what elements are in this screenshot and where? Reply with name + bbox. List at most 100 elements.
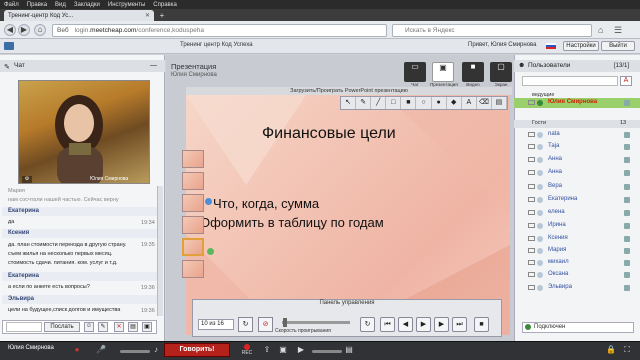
close-icon[interactable]: ✕ (145, 12, 150, 19)
slide-interval-select[interactable]: 10 из 16 (198, 319, 234, 330)
back-icon[interactable]: ◀ (4, 24, 16, 36)
slide-thumbnail-selected[interactable] (182, 238, 204, 256)
user-action-icon[interactable] (624, 170, 630, 176)
mic-volume-slider[interactable] (120, 350, 150, 353)
speed-slider[interactable] (282, 321, 350, 324)
guest-name[interactable]: Анна (548, 156, 562, 162)
guest-name[interactable]: михаил (548, 259, 569, 265)
user-action-icon[interactable] (624, 223, 630, 229)
eraser-icon[interactable]: ⌫ (477, 97, 492, 109)
user-action-icon[interactable] (624, 184, 630, 190)
line-icon[interactable]: ╱ (371, 97, 387, 109)
user-action-icon[interactable] (624, 248, 630, 254)
camera-settings-icon[interactable]: ⚙ (22, 176, 32, 183)
prev-slide-icon[interactable]: ◀ (398, 317, 413, 332)
save-icon[interactable]: ▣ (142, 322, 152, 332)
menu-edit[interactable]: Правка (27, 2, 47, 8)
filled-circle-icon[interactable]: ● (432, 97, 447, 109)
guest-name[interactable]: елена (548, 209, 565, 215)
clear-icon[interactable]: ✕ (114, 322, 124, 332)
video-volume-slider[interactable] (312, 350, 342, 353)
user-action-icon[interactable] (624, 260, 630, 266)
user-action-icon[interactable] (624, 157, 630, 163)
forward-icon[interactable]: ▶ (18, 24, 30, 36)
microphone-icon[interactable]: 🎤 (96, 345, 106, 355)
chat-mode-icon[interactable]: ▭ (404, 62, 426, 82)
stop-icon[interactable]: ■ (474, 317, 489, 332)
menu-help[interactable]: Справка (153, 2, 177, 8)
speaker-icon[interactable]: ♪ (151, 345, 161, 355)
settings-button[interactable]: Настройки (563, 41, 599, 51)
emoji-icon[interactable]: ☺ (84, 322, 94, 332)
guest-name[interactable]: Таja (548, 143, 559, 149)
guest-name[interactable]: Ирина (548, 222, 566, 228)
speed-slider-handle[interactable] (283, 318, 287, 327)
menu-tools[interactable]: Инструменты (108, 2, 145, 8)
share-icon[interactable]: ⇪ (262, 345, 272, 355)
video-toggle-icon[interactable]: ▶ (296, 345, 306, 355)
webcam-icon[interactable]: ▣ (278, 345, 288, 355)
print-icon[interactable]: ▤ (128, 322, 138, 332)
slide-thumbnail[interactable] (182, 194, 204, 212)
user-action-icon[interactable] (624, 236, 630, 242)
chat-scrollbar[interactable] (157, 186, 163, 316)
filled-rect-icon[interactable]: ■ (401, 97, 417, 109)
lock-icon[interactable]: 🔒 (606, 345, 616, 355)
guest-name[interactable]: Анна (548, 169, 562, 175)
home-button-icon[interactable]: ⌂ (598, 25, 603, 35)
pointer-icon[interactable]: ↖ (341, 97, 357, 109)
speak-button[interactable]: Говорить! (164, 343, 230, 357)
guest-name[interactable]: Оксана (548, 271, 568, 277)
menu-icon[interactable]: ☰ (614, 25, 622, 36)
reload-icon[interactable]: ↻ (360, 317, 375, 332)
record-button[interactable]: REC (239, 344, 255, 357)
new-tab-icon[interactable]: + (156, 11, 168, 20)
user-action-icon[interactable] (624, 285, 630, 291)
address-bar[interactable]: Веб login.meetcheap.com/conference,kodus… (52, 24, 387, 37)
menu-bookmarks[interactable]: Закладки (74, 2, 100, 8)
menu-file[interactable]: Файл (4, 2, 19, 8)
send-button[interactable]: Послать (44, 322, 80, 332)
language-flag-icon[interactable] (546, 43, 556, 49)
screen-mode-icon[interactable]: ▢ (490, 62, 512, 82)
presentation-mode-icon[interactable]: ▣ (432, 62, 454, 82)
user-search-input[interactable] (522, 76, 618, 86)
font-size-icon[interactable]: A (620, 76, 632, 86)
circle-icon[interactable]: ○ (416, 97, 432, 109)
video-mode-icon[interactable]: ■ (462, 62, 484, 82)
guest-name[interactable]: Мария (548, 247, 566, 253)
stop-drawing-icon[interactable]: ⊘ (258, 317, 273, 332)
diamond-icon[interactable]: ◆ (447, 97, 462, 109)
user-action-icon[interactable] (624, 100, 630, 106)
last-slide-icon[interactable]: ⏭ (452, 317, 467, 332)
user-action-icon[interactable] (624, 144, 630, 150)
slide-thumbnail[interactable] (182, 150, 204, 168)
guest-name[interactable]: Ксения (548, 235, 568, 241)
user-action-icon[interactable] (624, 272, 630, 278)
refresh-icon[interactable]: ↻ (238, 317, 253, 332)
guest-name[interactable]: nata (548, 131, 560, 137)
minimize-icon[interactable]: — (150, 62, 157, 69)
guest-name[interactable]: Эльвира (548, 284, 572, 290)
first-slide-icon[interactable]: ⏮ (380, 317, 395, 332)
pen-icon[interactable]: ✎ (356, 97, 372, 109)
text-icon[interactable]: A (462, 97, 477, 109)
browser-tab[interactable]: Тренинг-центр Код Ус... ✕ (4, 10, 154, 21)
guest-name[interactable]: Вера (548, 183, 562, 189)
guest-name[interactable]: Екатерина (548, 196, 577, 202)
search-input[interactable]: Искать в Яндекс (392, 24, 592, 37)
user-action-icon[interactable] (624, 132, 630, 138)
logout-button[interactable]: Выйти (601, 41, 635, 51)
chat-message-input[interactable] (6, 322, 42, 332)
slide-thumbnail[interactable] (182, 216, 204, 234)
fullscreen-icon[interactable]: ⛶ (622, 345, 632, 355)
ppt-upload-bar[interactable]: Загрузить/Проиграть PowerPoint презентац… (186, 87, 512, 95)
user-action-icon[interactable] (624, 197, 630, 203)
attach-icon[interactable]: ✎ (98, 322, 108, 332)
slide-thumbnail[interactable] (182, 260, 204, 278)
next-slide-icon[interactable]: ▶ (434, 317, 449, 332)
clear-drawing-icon[interactable]: ▤ (492, 97, 508, 109)
slide-thumbnail[interactable] (182, 172, 204, 190)
menu-view[interactable]: Вид (55, 2, 66, 8)
rect-icon[interactable]: □ (386, 97, 402, 109)
